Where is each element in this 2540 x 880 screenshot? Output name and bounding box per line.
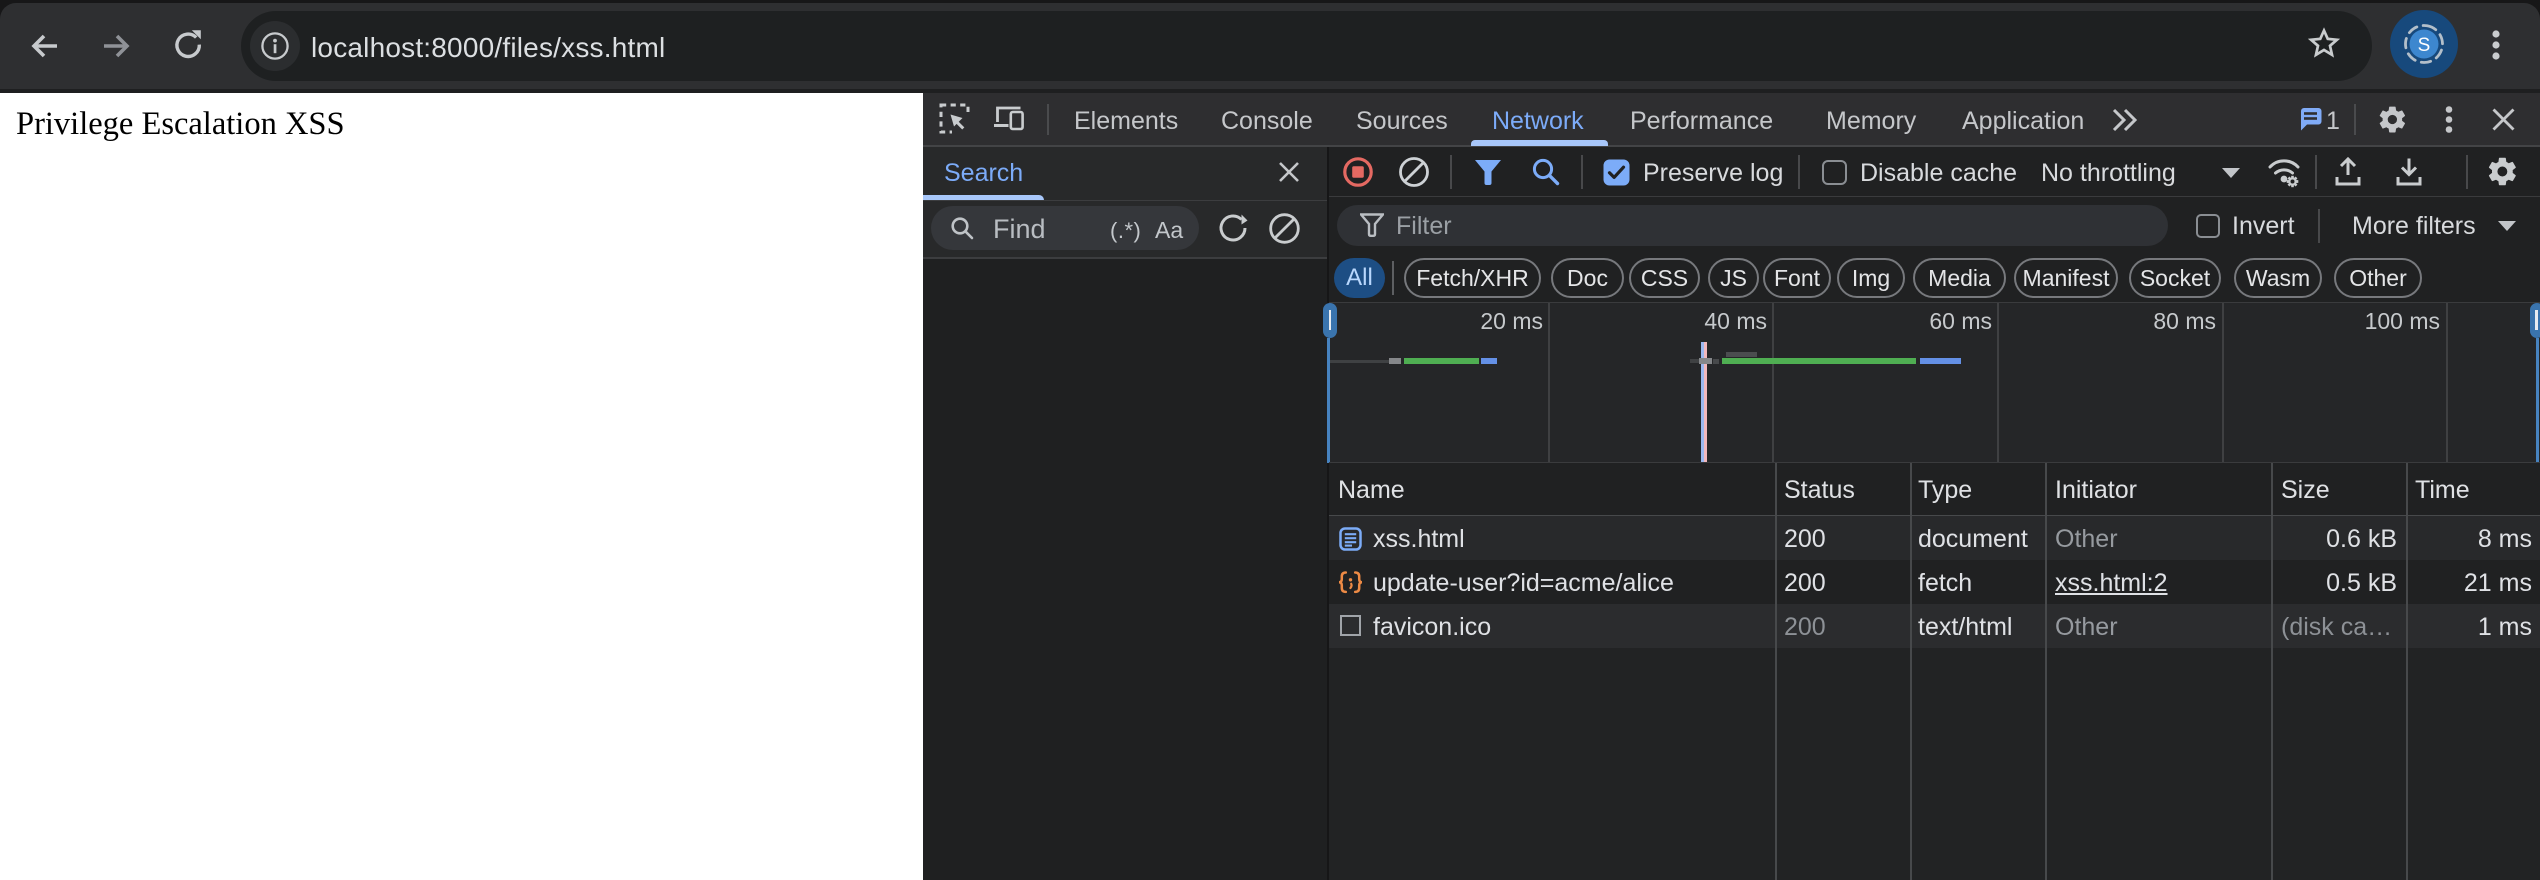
svg-text:S: S: [2418, 35, 2431, 56]
